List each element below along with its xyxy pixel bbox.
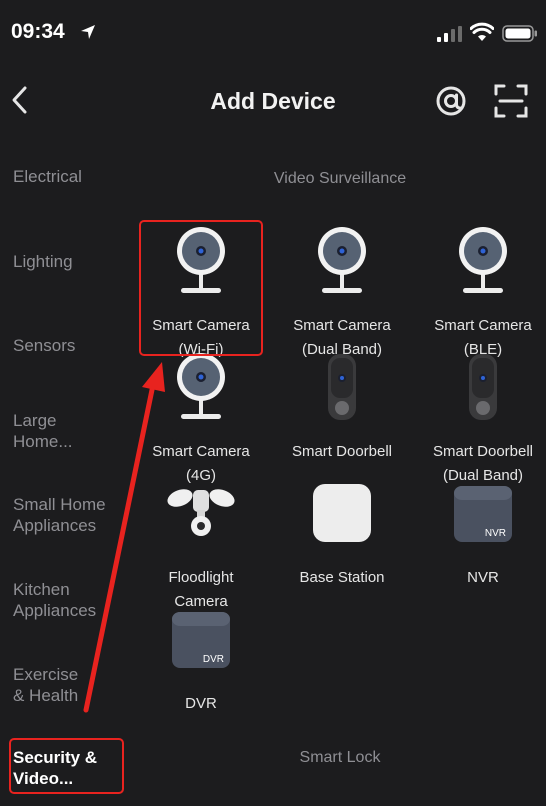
sidebar-item-sensors[interactable]: Sensors bbox=[13, 335, 131, 356]
highlight-box-security bbox=[9, 738, 124, 794]
sidebar-item-lighting[interactable]: Lighting bbox=[13, 251, 131, 272]
scan-qr-icon[interactable] bbox=[494, 84, 528, 118]
device-tile-floodlight-camera[interactable]: Floodlight Camera bbox=[130, 478, 272, 610]
dvr-icon: DVR bbox=[172, 612, 230, 668]
sidebar-item-large-home[interactable]: Large Home... bbox=[13, 410, 109, 452]
nvr-icon: NVR bbox=[454, 486, 512, 542]
at-sign-icon[interactable] bbox=[434, 84, 468, 118]
device-tile-smart-doorbell-dual-band[interactable]: Smart Doorbell (Dual Band) bbox=[412, 352, 546, 484]
section-title-video-surveillance: Video Surveillance bbox=[273, 170, 407, 187]
doorbell-icon bbox=[469, 354, 497, 420]
sidebar-item-electrical[interactable]: Electrical bbox=[13, 166, 131, 187]
device-label: Smart Doorbell bbox=[291, 443, 393, 460]
device-tile-dvr[interactable]: DVR DVR bbox=[130, 604, 272, 724]
base-station-icon bbox=[313, 484, 371, 542]
floodlight-icon bbox=[167, 489, 235, 536]
nav-bar: Add Device bbox=[0, 66, 546, 136]
device-label: NVR bbox=[467, 569, 499, 586]
dvr-badge: DVR bbox=[203, 654, 224, 665]
section-title-smart-lock: Smart Lock bbox=[299, 749, 381, 766]
camera-icon bbox=[459, 227, 507, 293]
device-tile-smart-camera-4g[interactable]: Smart Camera (4G) bbox=[130, 352, 272, 484]
doorbell-icon bbox=[328, 354, 356, 420]
status-time: 09:34 bbox=[11, 20, 65, 43]
highlight-box-smart-camera-wifi bbox=[139, 220, 263, 356]
sidebar-item-small-home-appliances[interactable]: Small Home Appliances bbox=[13, 494, 123, 536]
wifi-icon bbox=[470, 22, 494, 41]
device-tile-base-station[interactable]: Base Station bbox=[271, 478, 413, 598]
device-tile-smart-camera-dual-band[interactable]: Smart Camera (Dual Band) bbox=[271, 226, 413, 358]
device-tile-smart-camera-ble[interactable]: Smart Camera (BLE) bbox=[412, 226, 546, 358]
device-tile-smart-doorbell[interactable]: Smart Doorbell bbox=[271, 352, 413, 472]
location-arrow-icon bbox=[81, 25, 95, 39]
sidebar-item-kitchen-appliances[interactable]: Kitchen Appliances bbox=[13, 579, 113, 621]
device-label: Base Station bbox=[299, 569, 385, 586]
camera-icon bbox=[177, 353, 225, 419]
camera-icon bbox=[318, 227, 366, 293]
nvr-badge: NVR bbox=[485, 528, 506, 539]
cellular-signal-icon bbox=[437, 26, 462, 42]
device-label: DVR bbox=[185, 695, 217, 712]
status-bar: 09:34 bbox=[0, 0, 546, 66]
category-sidebar: Electrical Lighting Sensors Large Home..… bbox=[0, 148, 135, 806]
device-tile-nvr[interactable]: NVR NVR bbox=[412, 478, 546, 598]
sidebar-item-exercise-health[interactable]: Exercise & Health bbox=[13, 664, 93, 706]
battery-icon bbox=[502, 25, 537, 42]
